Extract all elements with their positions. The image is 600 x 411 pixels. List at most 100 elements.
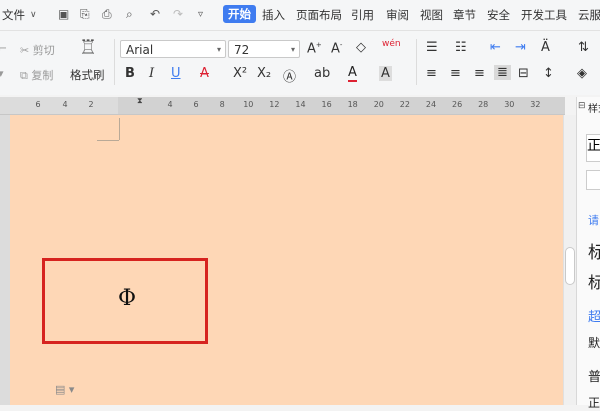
tab-security[interactable]: 安全 — [487, 7, 510, 23]
style-selector-value: 正 — [587, 138, 600, 154]
ruler-tick: 12 — [269, 100, 280, 109]
underline-icon[interactable]: U — [171, 66, 181, 81]
phi-symbol[interactable]: Φ — [118, 286, 136, 311]
ribbon-home: ⌐ ✂ 剪切 ▾ ⧉ 复制 ♖ 格式刷 Arial ▾ 72 ▾ A+ A- ◇… — [0, 31, 600, 95]
numbered-list-icon[interactable]: ☷ — [455, 40, 467, 55]
ruler-tick: 2 — [88, 100, 94, 109]
style-item-heading2[interactable]: 标 — [588, 269, 600, 293]
style-item-default[interactable]: 默 — [588, 334, 600, 351]
ruler-tick: 4 — [167, 100, 173, 109]
strikethrough-icon[interactable]: A — [200, 66, 209, 81]
save-icon[interactable]: ▣ — [58, 7, 69, 21]
tab-references[interactable]: 引用 — [351, 7, 374, 23]
paste-dropdown-icon[interactable]: ▾ — [0, 67, 4, 80]
bullet-list-icon[interactable]: ☰ — [426, 40, 438, 55]
italic-icon[interactable]: I — [149, 66, 154, 81]
sort-icon[interactable]: ⇅ — [578, 40, 589, 55]
tab-chapter[interactable]: 章节 — [453, 7, 476, 23]
scrollbar-thumb[interactable] — [565, 247, 575, 285]
panel-collapse-icon[interactable]: ⊟ — [578, 101, 586, 111]
align-center-icon[interactable]: ≡ — [450, 66, 461, 81]
undo-icon[interactable]: ↶ — [150, 7, 160, 21]
font-size-value: 72 — [234, 43, 250, 57]
style-item-normal[interactable]: 普 — [588, 366, 600, 385]
ruler-tick: 30 — [504, 100, 515, 109]
phonetic-guide-icon[interactable]: wén — [382, 39, 401, 49]
text-effect-icon[interactable]: Ⓐ — [283, 66, 296, 85]
export-pdf-icon[interactable]: ⎘ — [80, 7, 90, 22]
ruler-text-area — [118, 97, 565, 114]
tab-cloud[interactable]: 云服 — [578, 7, 600, 23]
chevron-down-icon: ▾ — [290, 45, 295, 54]
paste-options-icon[interactable]: ▤ ▾ — [55, 383, 74, 396]
style-item-hyperlink[interactable]: 超 — [588, 306, 600, 325]
ruler-tick: 24 — [425, 100, 437, 109]
font-color-icon[interactable]: A — [348, 66, 357, 82]
tab-developer[interactable]: 开发工具 — [521, 7, 567, 23]
panel-hint-link[interactable]: 请 — [588, 212, 600, 228]
increase-font-icon[interactable]: A+ — [307, 41, 322, 56]
ruler-tick: 16 — [321, 100, 332, 109]
panel-title: 样式 — [588, 104, 600, 115]
ruler-tick: 6 — [193, 100, 199, 109]
ruler-tick: 26 — [452, 100, 463, 109]
indent-marker-icon[interactable]: ⧗ — [137, 96, 143, 106]
cut-button[interactable]: ✂ 剪切 — [20, 42, 55, 58]
align-left-icon[interactable]: ≡ — [426, 66, 437, 81]
subscript-icon[interactable]: X₂ — [257, 66, 271, 81]
tab-home[interactable]: 开始 — [223, 5, 256, 23]
style-selector[interactable]: 正 — [586, 134, 600, 162]
style-item-body[interactable]: 正 — [588, 394, 600, 411]
bold-icon[interactable]: B — [125, 66, 135, 81]
menu-bar: 文件 ∨ ▣ ⎘ ⎙ ⌕ ↶ ↷ ▿ 开始 插入 页面布局 引用 审阅 视图 章… — [0, 0, 600, 31]
justify-icon[interactable]: ≣ — [494, 65, 511, 80]
copy-label: 复制 — [31, 69, 54, 82]
clear-format-icon[interactable]: ◇ — [356, 40, 366, 55]
tab-review[interactable]: 审阅 — [386, 7, 409, 23]
ruler-tick: 22 — [399, 100, 410, 109]
chevron-down-icon: ▾ — [216, 45, 221, 54]
superscript-icon[interactable]: X² — [233, 66, 247, 81]
ribbon-divider — [114, 39, 115, 85]
file-menu-chevron-icon[interactable]: ∨ — [30, 10, 37, 20]
tab-page-layout[interactable]: 页面布局 — [296, 7, 342, 23]
margin-corner-mark — [119, 118, 120, 140]
ruler-tick: 18 — [347, 100, 358, 109]
print-preview-icon[interactable]: ⌕ — [126, 7, 133, 22]
tab-insert[interactable]: 插入 — [262, 7, 285, 23]
line-spacing-icon[interactable]: ↕ — [543, 66, 554, 81]
ruler-tick: 28 — [478, 100, 489, 109]
font-name-select[interactable]: Arial ▾ — [120, 40, 226, 58]
copy-button[interactable]: ⧉ 复制 — [20, 67, 53, 83]
file-menu[interactable]: 文件 — [2, 7, 25, 23]
shading-icon[interactable]: ◈ — [577, 66, 587, 81]
chinese-layout-icon[interactable]: Ä — [541, 40, 550, 55]
ruler-tick: 14 — [295, 100, 306, 109]
distributed-align-icon[interactable]: ⊟ — [518, 66, 529, 81]
ruler-tick: 8 — [219, 100, 225, 109]
format-painter-button[interactable]: 格式刷 — [70, 67, 105, 83]
decrease-font-icon[interactable]: A- — [331, 41, 342, 56]
ruler-tick: 10 — [243, 100, 254, 109]
highlight-icon[interactable]: ab — [314, 66, 330, 81]
style-item-heading1[interactable]: 标 — [588, 238, 600, 263]
cut-label: 剪切 — [32, 44, 55, 57]
margin-corner-mark — [97, 140, 119, 141]
format-painter-icon[interactable]: ♖ — [79, 35, 97, 59]
redo-icon[interactable]: ↷ — [173, 7, 183, 21]
align-right-icon[interactable]: ≡ — [474, 66, 485, 81]
decrease-indent-icon[interactable]: ⇤ — [490, 40, 501, 55]
style-search-input[interactable] — [586, 170, 600, 190]
font-size-select[interactable]: 72 ▾ — [228, 40, 300, 58]
tab-view[interactable]: 视图 — [420, 7, 443, 23]
ribbon-divider — [416, 39, 417, 85]
ruler-tick: 6 — [35, 100, 41, 109]
print-icon[interactable]: ⎙ — [102, 7, 112, 22]
increase-indent-icon[interactable]: ⇥ — [515, 40, 526, 55]
paste-button-fragment[interactable]: ⌐ — [0, 42, 7, 55]
font-name-value: Arial — [126, 43, 154, 57]
ruler-tick: 20 — [373, 100, 384, 109]
char-shading-icon[interactable]: A — [379, 66, 392, 81]
ruler-tick: 32 — [530, 100, 541, 109]
quick-access-more-icon[interactable]: ▿ — [198, 9, 203, 20]
